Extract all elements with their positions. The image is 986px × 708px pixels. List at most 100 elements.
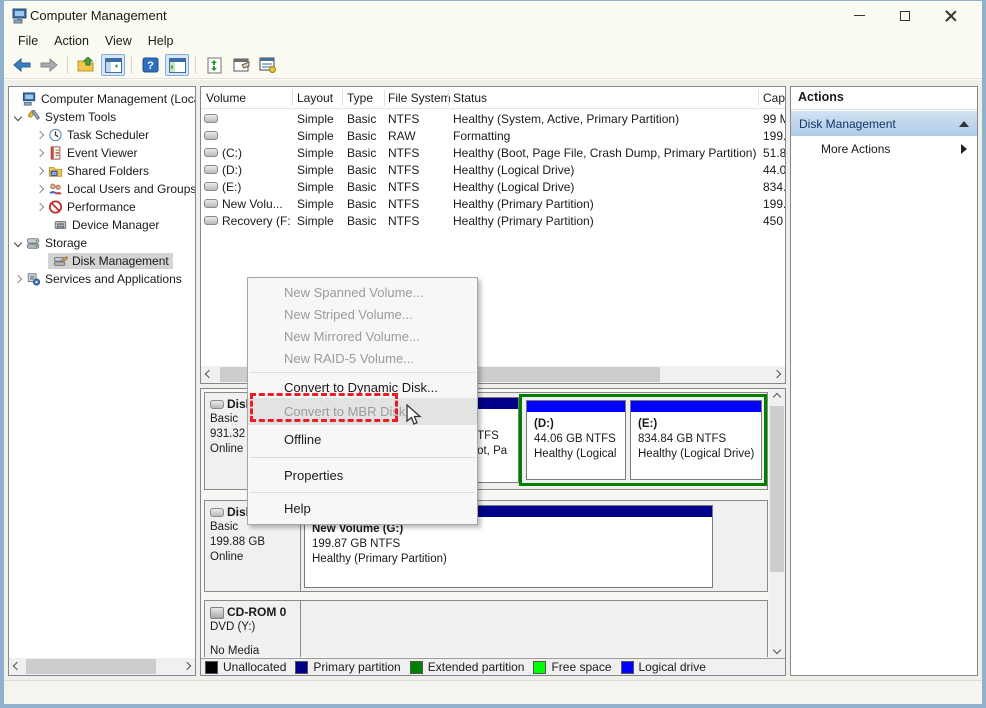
- forward-icon: [40, 58, 58, 72]
- menu-item-offline[interactable]: Offline: [248, 425, 477, 454]
- tree-horizontal-scrollbar[interactable]: [9, 658, 195, 675]
- scroll-left-icon[interactable]: [205, 370, 213, 378]
- column-header-type[interactable]: Type: [347, 88, 373, 108]
- volume-icon: [204, 199, 218, 208]
- tree-label: Device Manager: [72, 218, 159, 232]
- column-separator[interactable]: [448, 90, 449, 106]
- column-header-status[interactable]: Status: [453, 88, 487, 108]
- action-pane-toggle[interactable]: [165, 54, 189, 76]
- chevron-down-icon[interactable]: [14, 113, 22, 121]
- legend-item: Unallocated: [205, 660, 286, 674]
- disk-vertical-scrollbar[interactable]: [769, 389, 785, 658]
- tree-item-computer-management[interactable]: Computer Management (Local: [17, 90, 196, 108]
- red-dashed-highlight: [250, 393, 398, 422]
- legend-item: Extended partition: [410, 660, 525, 674]
- menu-help[interactable]: Help: [140, 31, 182, 51]
- chevron-right-icon[interactable]: [36, 185, 44, 193]
- tree-label: Local Users and Groups: [67, 182, 196, 196]
- export-button[interactable]: [74, 54, 98, 76]
- tree-item-device-manager[interactable]: Device Manager: [48, 216, 159, 234]
- menu-item-help[interactable]: Help: [248, 496, 477, 521]
- disk-icon: [210, 400, 224, 409]
- chevron-right-icon[interactable]: [36, 203, 44, 211]
- tree-label: Performance: [67, 200, 136, 214]
- device-manager-icon: [53, 218, 68, 232]
- partition-e[interactable]: (E:) 834.84 GB NTFS Healthy (Logical Dri…: [630, 400, 762, 480]
- scrollbar-thumb[interactable]: [26, 659, 156, 674]
- back-button[interactable]: [10, 54, 34, 76]
- legend-item: Logical drive: [621, 660, 706, 674]
- column-header-volume[interactable]: Volume: [206, 88, 246, 108]
- column-separator[interactable]: [342, 90, 343, 106]
- forward-button[interactable]: [37, 54, 61, 76]
- scrollbar-thumb[interactable]: [770, 406, 784, 572]
- tree-item-system-tools[interactable]: System Tools: [15, 108, 116, 126]
- tree-item-storage[interactable]: Storage: [15, 234, 87, 252]
- partition-d[interactable]: (D:) 44.06 GB NTFS Healthy (Logical: [526, 400, 626, 480]
- tree-item-task-scheduler[interactable]: Task Scheduler: [37, 126, 149, 144]
- collapse-icon[interactable]: [959, 121, 969, 127]
- disk-management-tool-button[interactable]: [256, 54, 280, 76]
- disk-management-icon: [53, 254, 68, 268]
- computer-icon: [22, 92, 37, 106]
- console-tree-panel: Computer Management (Local System Tools …: [8, 86, 196, 676]
- tree-label: System Tools: [45, 110, 116, 124]
- svg-text:23: 23: [52, 171, 57, 176]
- menu-item-new-mirrored-volume: New Mirrored Volume...: [248, 325, 477, 347]
- toolbar-separator: [67, 56, 68, 74]
- column-header-layout[interactable]: Layout: [297, 88, 333, 108]
- maximize-button[interactable]: [882, 1, 928, 30]
- tree-label: Services and Applications: [45, 272, 182, 286]
- disk1-size: 199.88 GB: [210, 535, 300, 550]
- menu-separator: [250, 372, 475, 373]
- cdrom-header[interactable]: CD-ROM 0 DVD (Y:) No Media: [205, 601, 301, 657]
- close-button[interactable]: [928, 1, 974, 30]
- menu-bar: File Action View Help: [4, 30, 982, 52]
- refresh-icon: [207, 57, 222, 74]
- minimize-button[interactable]: [836, 1, 882, 30]
- tree-item-shared-folders[interactable]: 23 Shared Folders: [37, 162, 149, 180]
- console-tree-toggle[interactable]: [101, 54, 125, 76]
- menu-view[interactable]: View: [97, 31, 140, 51]
- help-button[interactable]: ?: [138, 54, 162, 76]
- free-space-swatch: [533, 661, 546, 674]
- scroll-down-icon[interactable]: [773, 646, 781, 654]
- chevron-right-icon[interactable]: [36, 149, 44, 157]
- window-border-left: [0, 0, 4, 708]
- services-icon: [26, 272, 41, 286]
- column-header-capacity[interactable]: Cap: [763, 88, 785, 108]
- chevron-right-icon[interactable]: [14, 275, 22, 283]
- chevron-right-icon[interactable]: [36, 131, 44, 139]
- unallocated-swatch: [205, 661, 218, 674]
- menu-action[interactable]: Action: [46, 31, 97, 51]
- tree-label: Task Scheduler: [67, 128, 149, 142]
- column-header-file-system[interactable]: File System: [388, 88, 451, 108]
- tree-item-services-applications[interactable]: Services and Applications: [15, 270, 182, 288]
- menu-item-new-striped-volume: New Striped Volume...: [248, 303, 477, 325]
- column-separator[interactable]: [384, 90, 385, 106]
- menu-item-properties[interactable]: Properties: [248, 461, 477, 489]
- scroll-right-icon[interactable]: [183, 662, 191, 670]
- tree-item-performance[interactable]: Performance: [37, 198, 136, 216]
- column-separator[interactable]: [292, 90, 293, 106]
- properties-button[interactable]: [229, 54, 253, 76]
- tree-item-event-viewer[interactable]: Event Viewer: [37, 144, 137, 162]
- scroll-up-icon[interactable]: [773, 393, 781, 401]
- actions-section-disk-management[interactable]: Disk Management: [791, 111, 977, 136]
- tree-item-disk-management[interactable]: Disk Management: [48, 252, 173, 270]
- disk-icon: [210, 508, 224, 517]
- refresh-button[interactable]: [202, 54, 226, 76]
- cdrom-row[interactable]: CD-ROM 0 DVD (Y:) No Media: [204, 600, 768, 657]
- column-separator[interactable]: [758, 90, 759, 106]
- scroll-left-icon[interactable]: [13, 662, 21, 670]
- scroll-right-icon[interactable]: [773, 370, 781, 378]
- chevron-down-icon[interactable]: [14, 239, 22, 247]
- tree-item-local-users-groups[interactable]: Local Users and Groups: [37, 180, 196, 198]
- logical-drive-swatch: [621, 661, 634, 674]
- toolbar-separator: [195, 56, 196, 74]
- minimize-icon: [854, 15, 865, 16]
- chevron-right-icon[interactable]: [36, 167, 44, 175]
- menu-file[interactable]: File: [10, 31, 46, 51]
- more-actions-item[interactable]: More Actions: [791, 138, 977, 160]
- console-tree-icon: [105, 58, 122, 73]
